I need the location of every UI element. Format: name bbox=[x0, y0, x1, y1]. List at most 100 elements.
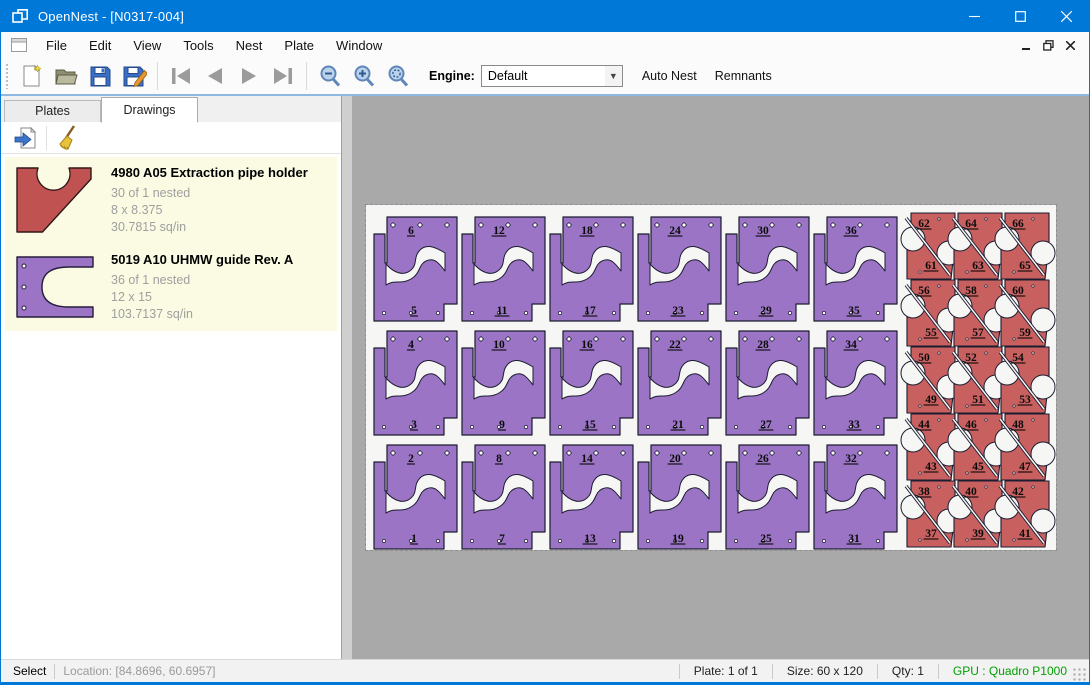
purple-part-pair[interactable]: 3433 bbox=[814, 331, 897, 435]
save-as-button[interactable] bbox=[117, 61, 151, 91]
zoom-out-button[interactable] bbox=[313, 61, 347, 91]
zoom-extents-icon bbox=[386, 64, 410, 88]
title-bar: OpenNest - [N0317-004] bbox=[1, 0, 1089, 32]
part-number: 30 bbox=[757, 225, 769, 237]
red-part-pair[interactable]: 5453 bbox=[995, 347, 1055, 413]
engine-label: Engine: bbox=[429, 69, 475, 83]
drawing-title: 5019 A10 UHMW guide Rev. A bbox=[111, 252, 331, 267]
part-number: 22 bbox=[669, 339, 681, 351]
menu-window[interactable]: Window bbox=[325, 34, 393, 57]
import-drawing-button[interactable] bbox=[11, 124, 41, 152]
purple-part-pair[interactable]: 43 bbox=[374, 331, 457, 435]
purple-part-pair[interactable]: 2423 bbox=[638, 217, 721, 321]
purple-part-pair[interactable]: 2019 bbox=[638, 445, 721, 549]
clear-button[interactable] bbox=[52, 124, 82, 152]
open-button[interactable] bbox=[49, 61, 83, 91]
zoom-in-button[interactable] bbox=[347, 61, 381, 91]
close-button[interactable] bbox=[1043, 0, 1089, 32]
red-part-pair[interactable]: 4241 bbox=[995, 481, 1055, 547]
status-bar: Select Location: [84.8696, 60.6957] Plat… bbox=[1, 659, 1089, 682]
import-drawing-icon bbox=[14, 126, 38, 150]
nest-canvas[interactable]: 6512111817242330293635431091615222128273… bbox=[342, 96, 1089, 659]
menu-edit[interactable]: Edit bbox=[78, 34, 122, 57]
mdi-child-icon[interactable] bbox=[11, 38, 27, 52]
plate-sheet[interactable]: 6512111817242330293635431091615222128273… bbox=[366, 205, 1056, 550]
red-part-pair[interactable]: 6665 bbox=[995, 213, 1055, 279]
part-number: 42 bbox=[1012, 486, 1024, 498]
resize-grip[interactable] bbox=[1073, 668, 1087, 682]
part-number: 43 bbox=[925, 461, 937, 473]
part-number: 63 bbox=[972, 260, 984, 272]
drawing-item-4980[interactable]: 4980 A05 Extraction pipe holder 30 of 1 … bbox=[5, 157, 337, 244]
purple-part-pair[interactable]: 2221 bbox=[638, 331, 721, 435]
red-part-pair[interactable]: 6059 bbox=[995, 280, 1055, 346]
menu-plate[interactable]: Plate bbox=[273, 34, 325, 57]
drawings-toolbar bbox=[1, 122, 341, 154]
go-previous-icon bbox=[204, 66, 226, 86]
part-number: 12 bbox=[493, 225, 505, 237]
main-toolbar: Engine: Default ▼ Auto Nest Remnants bbox=[1, 58, 1089, 96]
purple-part-pair[interactable]: 109 bbox=[462, 331, 545, 435]
toolbar-grip[interactable] bbox=[5, 63, 10, 89]
go-previous-button[interactable] bbox=[198, 61, 232, 91]
purple-part-pair[interactable]: 3635 bbox=[814, 217, 897, 321]
menu-view[interactable]: View bbox=[122, 34, 172, 57]
purple-part-pair[interactable]: 3029 bbox=[726, 217, 809, 321]
tab-plates[interactable]: Plates bbox=[4, 100, 101, 122]
auto-nest-button[interactable]: Auto Nest bbox=[633, 64, 706, 88]
part-number: 25 bbox=[760, 533, 772, 545]
part-number: 20 bbox=[669, 453, 681, 465]
new-document-button[interactable] bbox=[15, 61, 49, 91]
part-number: 47 bbox=[1019, 461, 1031, 473]
purple-part-pair[interactable]: 3231 bbox=[814, 445, 897, 549]
save-as-icon bbox=[122, 64, 147, 88]
maximize-button[interactable] bbox=[997, 0, 1043, 32]
go-last-button[interactable] bbox=[266, 61, 300, 91]
purple-part-pair[interactable]: 87 bbox=[462, 445, 545, 549]
engine-value: Default bbox=[482, 69, 605, 83]
app-window: OpenNest - [N0317-004] File Edit View To… bbox=[0, 0, 1090, 685]
remnants-button[interactable]: Remnants bbox=[706, 64, 781, 88]
zoom-extents-button[interactable] bbox=[381, 61, 415, 91]
red-part-pair[interactable]: 4847 bbox=[995, 414, 1055, 480]
go-first-button[interactable] bbox=[164, 61, 198, 91]
part-number: 62 bbox=[918, 218, 930, 230]
mdi-restore-button[interactable] bbox=[1037, 35, 1059, 55]
status-location: Location: [84.8696, 60.6957] bbox=[63, 664, 215, 678]
go-next-icon bbox=[238, 66, 260, 86]
mdi-close-button[interactable] bbox=[1059, 35, 1081, 55]
mdi-minimize-button[interactable] bbox=[1015, 35, 1037, 55]
minimize-button[interactable] bbox=[951, 0, 997, 32]
drawing-item-5019[interactable]: 5019 A10 UHMW guide Rev. A 36 of 1 neste… bbox=[5, 244, 337, 331]
menu-bar: File Edit View Tools Nest Plate Window bbox=[1, 32, 1089, 58]
part-number: 2 bbox=[408, 453, 414, 465]
purple-part-pair[interactable]: 1211 bbox=[462, 217, 545, 321]
purple-part-pair[interactable]: 1817 bbox=[550, 217, 633, 321]
part-number: 1 bbox=[411, 533, 417, 545]
zoom-in-icon bbox=[352, 64, 376, 88]
purple-part-pair[interactable]: 2625 bbox=[726, 445, 809, 549]
tab-drawings[interactable]: Drawings bbox=[101, 97, 198, 123]
menu-tools[interactable]: Tools bbox=[172, 34, 224, 57]
purple-part-pair[interactable]: 2827 bbox=[726, 331, 809, 435]
drawing-nested: 36 of 1 nested bbox=[111, 272, 331, 289]
purple-part-pair[interactable]: 21 bbox=[374, 445, 457, 549]
purple-part-pair[interactable]: 1413 bbox=[550, 445, 633, 549]
engine-combo[interactable]: Default ▼ bbox=[481, 65, 623, 87]
menu-file[interactable]: File bbox=[35, 34, 78, 57]
purple-part-thumbnail bbox=[15, 252, 95, 322]
menu-nest[interactable]: Nest bbox=[225, 34, 274, 57]
part-number: 57 bbox=[972, 327, 984, 339]
part-number: 28 bbox=[757, 339, 769, 351]
go-next-button[interactable] bbox=[232, 61, 266, 91]
save-button[interactable] bbox=[83, 61, 117, 91]
part-number: 40 bbox=[965, 486, 977, 498]
part-number: 14 bbox=[581, 453, 593, 465]
part-number: 7 bbox=[499, 533, 505, 545]
part-number: 18 bbox=[581, 225, 593, 237]
go-last-icon bbox=[271, 66, 295, 86]
purple-part-pair[interactable]: 1615 bbox=[550, 331, 633, 435]
part-number: 6 bbox=[408, 225, 414, 237]
drawing-area: 30.7815 sq/in bbox=[111, 219, 331, 236]
purple-part-pair[interactable]: 65 bbox=[374, 217, 457, 321]
